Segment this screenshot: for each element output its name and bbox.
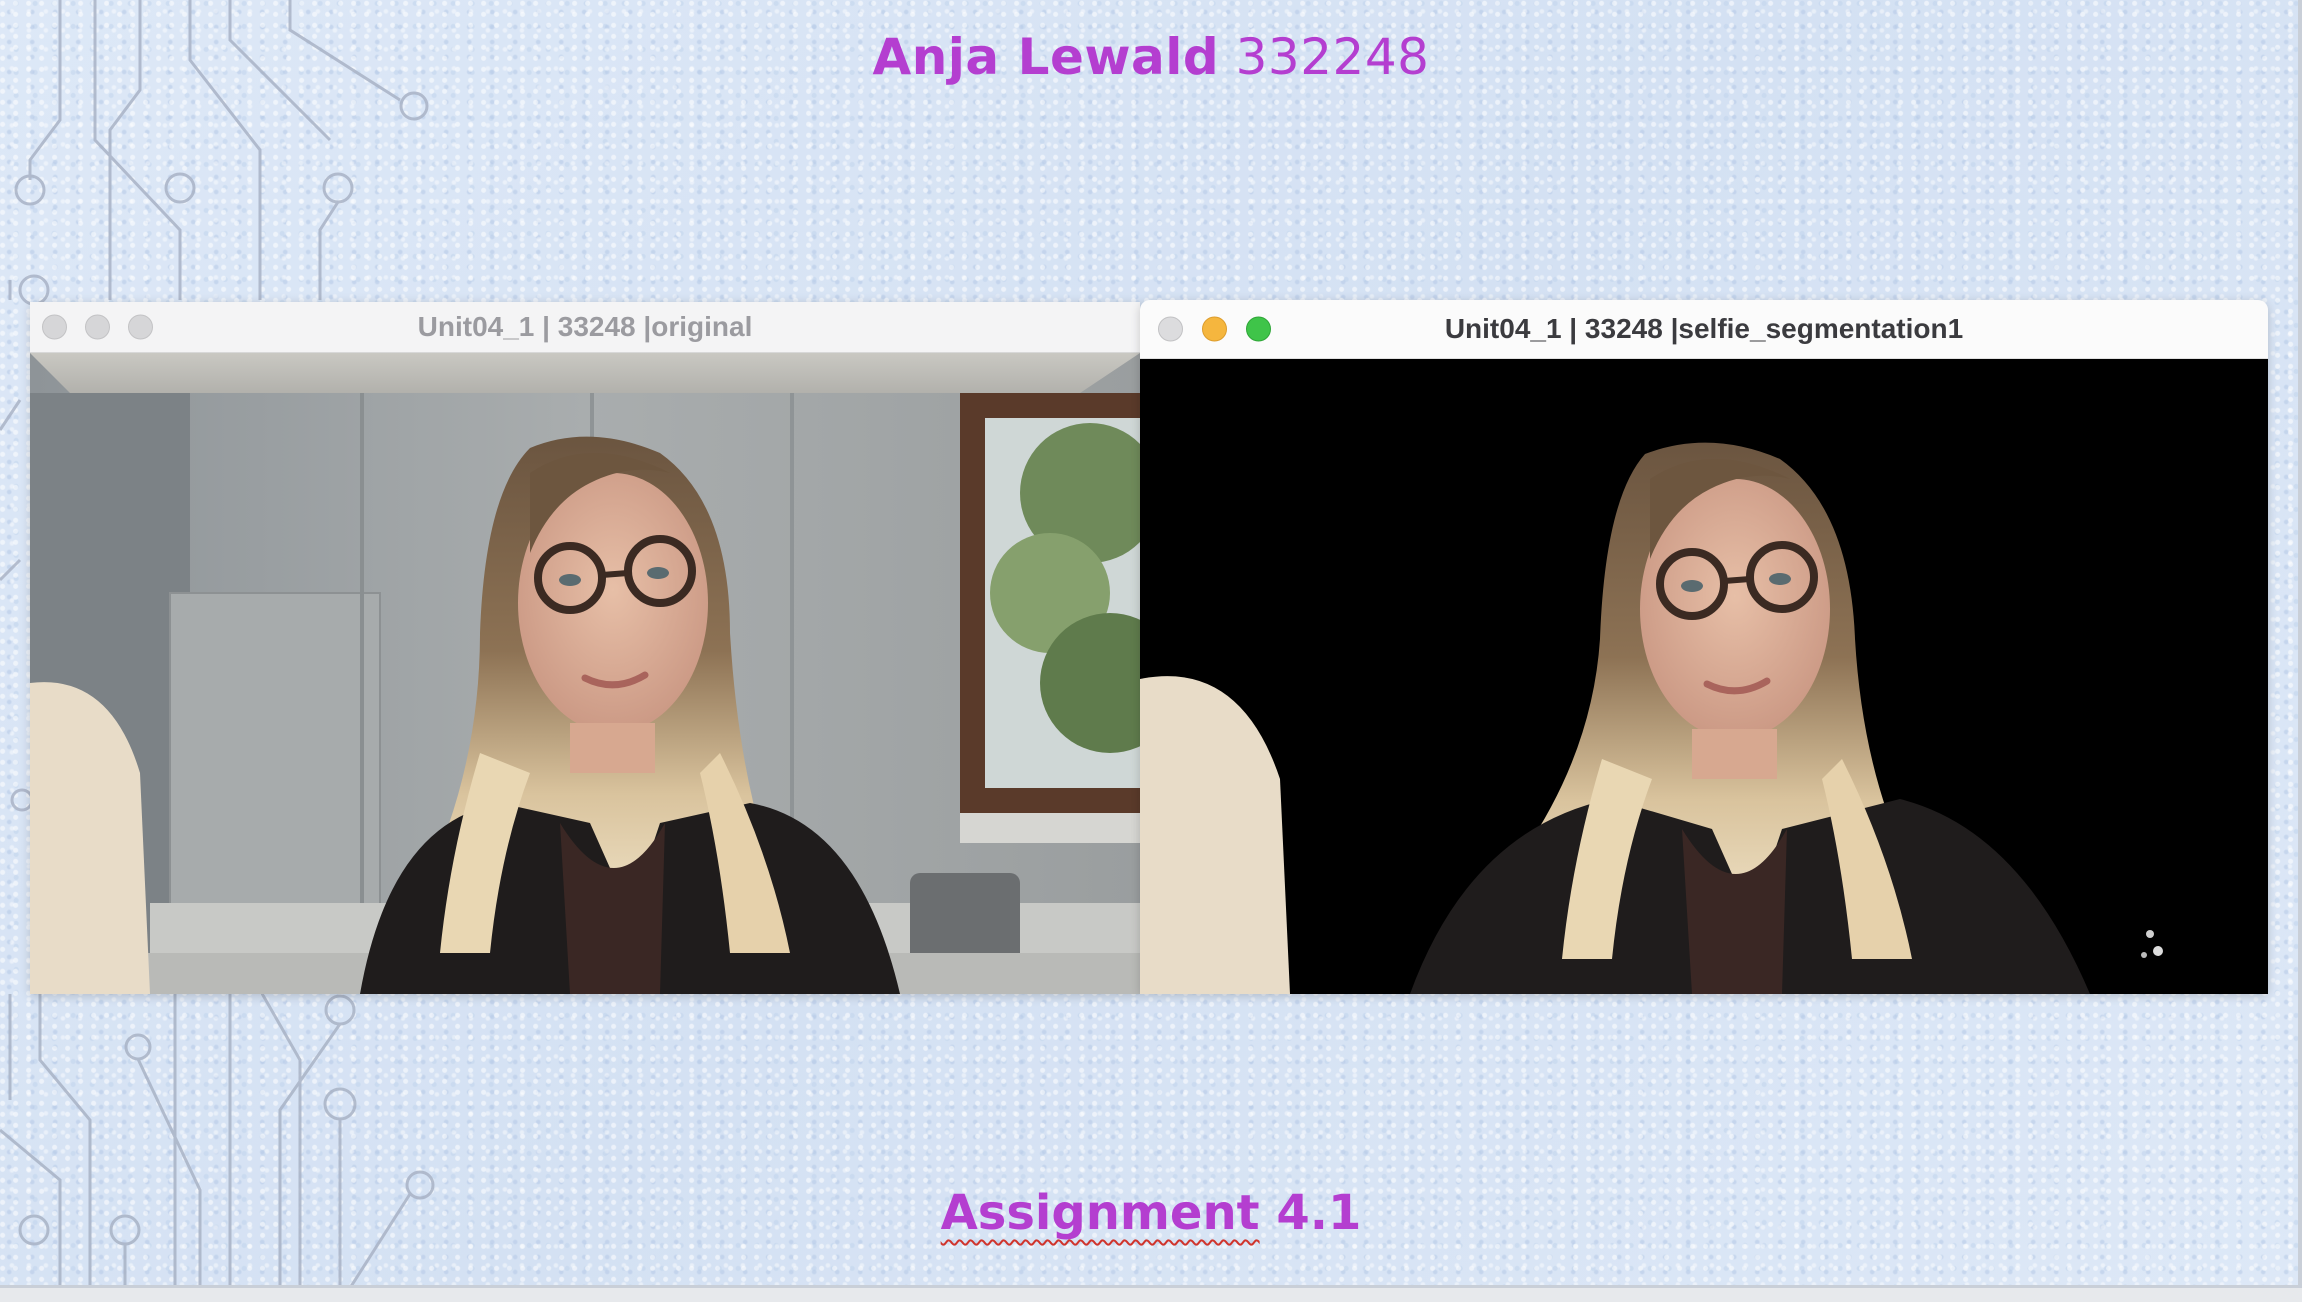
zoom-button[interactable] <box>1246 316 1271 342</box>
zoom-button[interactable] <box>128 314 153 340</box>
original-camera-frame <box>30 353 1140 994</box>
window-title: Unit04_1 | 33248 |original <box>417 311 753 342</box>
close-button[interactable] <box>1158 316 1183 342</box>
minimize-button[interactable] <box>1202 316 1227 342</box>
assignment-label: Assignment 4.1 <box>0 1185 2298 1241</box>
presentation-slide: Anja Lewald 332248 Unit04_1 | 33248 |ori… <box>0 0 2302 1288</box>
assignment-number: 4.1 <box>1276 1185 1362 1241</box>
student-id: 332248 <box>1235 28 1430 86</box>
window-controls <box>1158 316 1271 342</box>
window-title: Unit04_1 | 33248 |selfie_segmentation1 <box>1444 313 1964 344</box>
original-window: Unit04_1 | 33248 |original <box>30 302 1140 994</box>
original-window-titlebar[interactable]: Unit04_1 | 33248 |original <box>30 302 1140 353</box>
segmentation-window-titlebar[interactable]: Unit04_1 | 33248 |selfie_segmentation1 <box>1140 300 2268 359</box>
webcam-image-segmented <box>1140 359 2268 994</box>
segmentation-window: Unit04_1 | 33248 |selfie_segmentation1 <box>1140 300 2268 994</box>
webcam-image-original <box>30 353 1140 994</box>
assignment-word: Assignment <box>940 1185 1260 1241</box>
minimize-button[interactable] <box>85 314 110 340</box>
slide-title: Anja Lewald 332248 <box>0 28 2298 86</box>
window-controls <box>42 314 153 340</box>
close-button[interactable] <box>42 314 67 340</box>
segmentation-camera-frame <box>1140 359 2268 994</box>
presenter-name: Anja Lewald <box>872 28 1220 86</box>
